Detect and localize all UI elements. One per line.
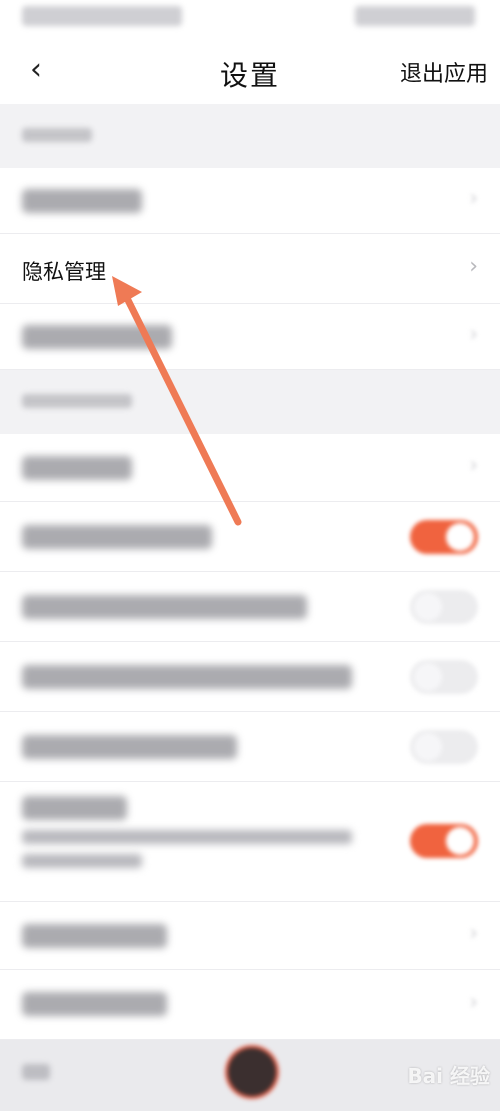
- annotation-arrow: [112, 276, 242, 526]
- annotation-arrow-shaft: [120, 288, 242, 526]
